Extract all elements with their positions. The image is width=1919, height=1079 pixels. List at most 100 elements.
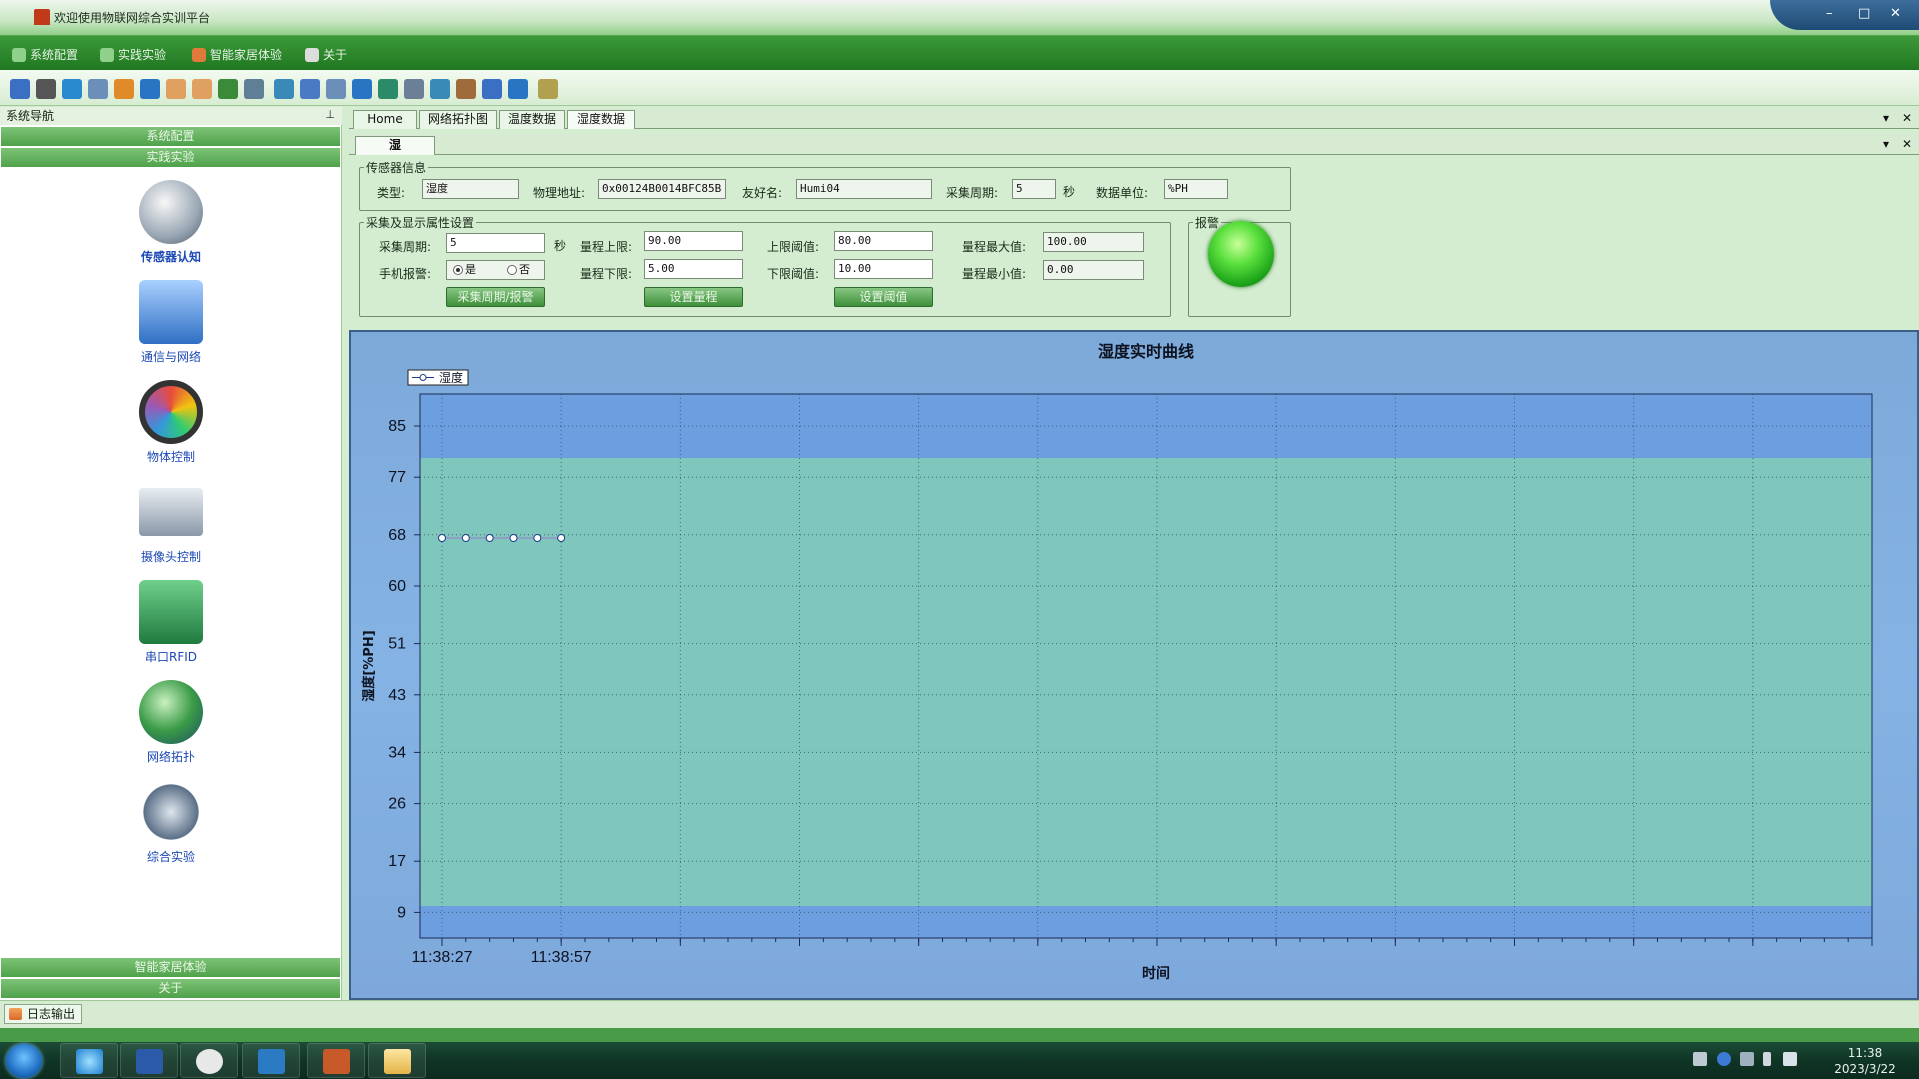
antenna-icon[interactable] xyxy=(274,79,294,99)
taskbar-ti[interactable] xyxy=(180,1043,238,1078)
period-info-label: 采集周期: xyxy=(946,186,999,200)
menu-practice[interactable]: 实践实验 xyxy=(100,46,166,63)
y-tick-label: 43 xyxy=(388,687,406,704)
megaphone-icon[interactable] xyxy=(352,79,372,99)
box-icon[interactable] xyxy=(114,79,134,99)
taskbar-folder[interactable] xyxy=(368,1043,426,1078)
nav-group-about[interactable]: 关于 xyxy=(1,979,340,998)
data-point xyxy=(485,534,494,542)
range-max-field[interactable]: 100.00 xyxy=(1043,232,1144,252)
taskbar-ie[interactable] xyxy=(60,1043,118,1078)
set-range-button[interactable]: 设置量程 xyxy=(644,287,743,307)
taskbar-castle[interactable] xyxy=(307,1043,365,1078)
magnifier-icon[interactable] xyxy=(508,79,528,99)
globe-icon xyxy=(139,680,203,744)
data-point xyxy=(461,534,470,542)
type-label: 类型: xyxy=(377,186,406,200)
nav-item-comprehensive[interactable]: 综合实验 xyxy=(100,780,242,865)
camera-icon[interactable] xyxy=(538,79,558,99)
data-unit-field[interactable]: %PH xyxy=(1164,179,1228,199)
start-button[interactable] xyxy=(6,1044,42,1078)
pin-icon[interactable]: ⊥ xyxy=(325,108,335,121)
satellite-icon[interactable] xyxy=(88,79,108,99)
volume-muted-icon[interactable] xyxy=(1783,1052,1797,1066)
close-button[interactable]: ✕ xyxy=(1890,6,1901,21)
threshold-upper-input[interactable]: 80.00 xyxy=(834,231,933,251)
taskbar-word[interactable] xyxy=(120,1043,178,1078)
radio-no[interactable]: 否 xyxy=(507,261,530,279)
tab-humidity[interactable]: 湿度数据 xyxy=(567,110,635,129)
nav-item-sensor[interactable]: 传感器认知 xyxy=(100,180,242,265)
nav-item-topology[interactable]: 网络拓扑 xyxy=(100,680,242,765)
tab-temperature[interactable]: 温度数据 xyxy=(499,110,565,129)
users-icon[interactable] xyxy=(218,79,238,99)
address-field[interactable]: 0x00124B0014BFC85B xyxy=(598,179,726,199)
user-icon[interactable] xyxy=(192,79,212,99)
sidebar: 系统导航 ⊥ 系统配置 实践实验 传感器认知 通信与网络 物体控制 摄像头控制 … xyxy=(0,107,342,1000)
period-info-field[interactable]: 5 xyxy=(1012,179,1056,199)
antenna-icon[interactable] xyxy=(430,79,450,99)
period-label: 采集周期: xyxy=(379,240,432,254)
monitor-icon[interactable] xyxy=(482,79,502,99)
gear-icon[interactable] xyxy=(404,79,424,99)
menu-about[interactable]: 关于 xyxy=(305,46,347,63)
info-icon xyxy=(305,47,319,62)
menu-smart-home[interactable]: 智能家居体验 xyxy=(192,46,282,63)
range-upper-input[interactable]: 90.00 xyxy=(644,231,743,251)
set-period-alarm-button[interactable]: 采集周期/报警 xyxy=(446,287,545,307)
range-lower-input[interactable]: 5.00 xyxy=(644,259,743,279)
satellite-icon xyxy=(100,47,114,62)
book-icon[interactable] xyxy=(456,79,476,99)
monitor-icon[interactable] xyxy=(10,79,30,99)
type-field[interactable]: 湿度 xyxy=(422,179,519,199)
subtab-list-dropdown-icon[interactable]: ▾ xyxy=(1883,137,1889,151)
tray-expand-icon[interactable] xyxy=(1763,1052,1771,1066)
title-highlight xyxy=(795,0,1120,3)
radio-yes[interactable]: 是 xyxy=(453,261,476,279)
user-icon[interactable] xyxy=(166,79,186,99)
network-icon[interactable] xyxy=(378,79,398,99)
satellite-icon xyxy=(139,780,203,844)
range-min-field[interactable]: 0.00 xyxy=(1043,260,1144,280)
nav-group-system-config[interactable]: 系统配置 xyxy=(1,127,340,146)
tab-topology[interactable]: 网络拓扑图 xyxy=(419,110,497,129)
set-threshold-button[interactable]: 设置阈值 xyxy=(834,287,933,307)
keyboard-icon[interactable] xyxy=(1693,1052,1707,1066)
range-lower-label: 量程下限: xyxy=(580,267,633,281)
threshold-band xyxy=(420,458,1872,906)
camera-device-icon xyxy=(139,488,203,536)
robot-icon[interactable] xyxy=(244,79,264,99)
x-tick-label: 11:38:27 xyxy=(411,949,472,966)
nav-item-rfid[interactable]: 串口RFID xyxy=(100,580,242,665)
tab-close-icon[interactable]: ✕ xyxy=(1902,111,1912,125)
nav-item-network[interactable]: 通信与网络 xyxy=(100,280,242,365)
language-icon[interactable] xyxy=(1740,1052,1754,1066)
address-label: 物理地址: xyxy=(533,186,586,200)
help-icon[interactable] xyxy=(1717,1052,1731,1066)
nav-group-smart-home[interactable]: 智能家居体验 xyxy=(1,958,340,977)
subtab-close-icon[interactable]: ✕ xyxy=(1902,137,1912,151)
threshold-lower-input[interactable]: 10.00 xyxy=(834,259,933,279)
rocket-icon[interactable] xyxy=(300,79,320,99)
nav-item-control[interactable]: 物体控制 xyxy=(100,380,242,465)
period-input[interactable]: 5 xyxy=(446,233,545,253)
chart-title: 湿度实时曲线 xyxy=(1097,342,1194,361)
system-clock[interactable]: 11:38 2023/3/22 xyxy=(1820,1045,1910,1077)
tab-humidity-sensor[interactable]: 湿度:0xF8DF xyxy=(355,136,435,169)
satellite-icon[interactable] xyxy=(326,79,346,99)
pen-icon[interactable] xyxy=(62,79,82,99)
maximize-button[interactable]: □ xyxy=(1858,6,1870,21)
menu-system-config[interactable]: 系统配置 xyxy=(12,46,78,63)
nav-item-camera[interactable]: 摄像头控制 xyxy=(100,480,242,565)
y-tick-label: 26 xyxy=(388,796,406,813)
tab-home[interactable]: Home xyxy=(353,110,417,129)
taskbar-vs[interactable] xyxy=(242,1043,300,1078)
status-strip xyxy=(0,1028,1919,1042)
printer-icon[interactable] xyxy=(36,79,56,99)
nav-group-practice[interactable]: 实践实验 xyxy=(1,148,340,167)
minimize-button[interactable]: – xyxy=(1826,6,1833,21)
log-output-tab[interactable]: 日志输出 xyxy=(4,1004,82,1024)
megaphone-icon[interactable] xyxy=(140,79,160,99)
friendly-name-field[interactable]: Humi04 xyxy=(796,179,932,199)
tab-list-dropdown-icon[interactable]: ▾ xyxy=(1883,111,1889,125)
